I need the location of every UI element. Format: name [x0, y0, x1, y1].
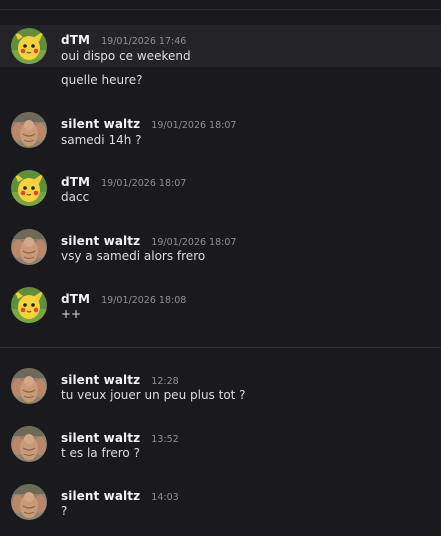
message-text: quelle heure? — [61, 73, 143, 87]
message-timestamp: 14:03 — [151, 492, 179, 503]
message-text: ? — [61, 504, 68, 518]
message-text: ++ — [61, 307, 82, 321]
new-day-divider — [0, 347, 441, 348]
pikachu-avatar[interactable] — [11, 170, 47, 206]
author-name[interactable]: silent waltz — [61, 489, 140, 503]
muscle-avatar[interactable] — [11, 229, 47, 265]
author-name[interactable]: silent waltz — [61, 373, 140, 387]
muscle-avatar[interactable] — [11, 426, 47, 462]
pikachu-avatar[interactable] — [11, 28, 47, 64]
message-text: oui dispo ce weekend — [61, 49, 191, 63]
author-name[interactable]: silent waltz — [61, 234, 140, 248]
author-name[interactable]: dTM — [61, 33, 90, 47]
author-name[interactable]: dTM — [61, 175, 90, 189]
message-text: t es la frero ? — [61, 446, 140, 460]
message-timestamp: 13:52 — [151, 434, 179, 445]
message-timestamp: 19/01/2026 18:07 — [151, 237, 237, 248]
pikachu-avatar[interactable] — [11, 287, 47, 323]
message-text: tu veux jouer un peu plus tot ? — [61, 388, 246, 402]
message-text: samedi 14h ? — [61, 133, 142, 147]
muscle-avatar[interactable] — [11, 484, 47, 520]
muscle-avatar[interactable] — [11, 368, 47, 404]
message-timestamp: 19/01/2026 17:46 — [101, 36, 187, 47]
message-timestamp: 12:28 — [151, 376, 179, 387]
author-name[interactable]: silent waltz — [61, 117, 140, 131]
author-name[interactable]: silent waltz — [61, 431, 140, 445]
message-timestamp: 19/01/2026 18:07 — [101, 178, 187, 189]
author-name[interactable]: dTM — [61, 292, 90, 306]
message-timestamp: 19/01/2026 18:08 — [101, 295, 187, 306]
message-timestamp: 19/01/2026 18:07 — [151, 120, 237, 131]
top-divider — [0, 9, 441, 10]
muscle-avatar[interactable] — [11, 112, 47, 148]
message-text: dacc — [61, 190, 90, 204]
message-text: vsy a samedi alors frero — [61, 249, 206, 263]
